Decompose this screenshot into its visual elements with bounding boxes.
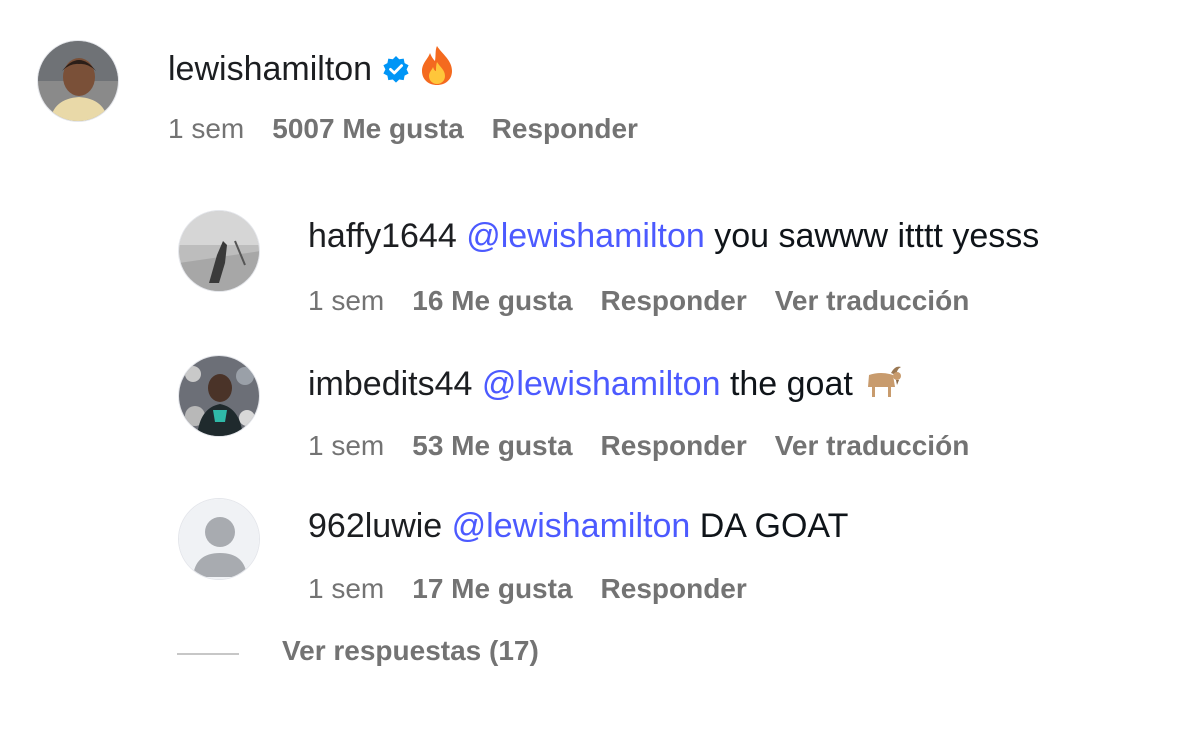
username-imbedits44[interactable]: imbedits44: [308, 365, 472, 403]
reply-text: the goat: [729, 365, 853, 403]
translate-button[interactable]: Ver traducción: [775, 430, 970, 461]
likes-count[interactable]: 5007 Me gusta: [272, 113, 463, 144]
reply-line: haffy1644 @lewishamilton you sawww itttt…: [308, 216, 1039, 256]
view-replies-button[interactable]: Ver respuestas (17): [282, 633, 539, 669]
reply-meta: 1 sem 16 Me gusta Responder Ver traducción: [308, 284, 997, 318]
main-comment-meta: 1 sem 5007 Me gusta Responder: [168, 112, 666, 146]
reply-meta: 1 sem 53 Me gusta Responder Ver traducción: [308, 429, 997, 463]
reply-item: 962luwie @lewishamilton DA GOAT 1 sem 17 …: [0, 488, 1200, 618]
mention-link[interactable]: @lewishamilton: [452, 507, 691, 545]
likes-count[interactable]: 16 Me gusta: [412, 285, 572, 316]
avatar-haffy1644[interactable]: [178, 210, 260, 292]
mention-link[interactable]: @lewishamilton: [482, 365, 721, 403]
replies-divider: [177, 653, 239, 655]
username-962luwie[interactable]: 962luwie: [308, 507, 442, 545]
reply-line: 962luwie @lewishamilton DA GOAT: [308, 506, 848, 546]
username-haffy1644[interactable]: haffy1644: [308, 217, 457, 255]
comment-time: 1 sem: [308, 285, 385, 316]
main-comment: lewishamilton 1 sem 5007 Me gusta Responde…: [0, 0, 1200, 160]
avatar-lewishamilton[interactable]: [37, 40, 119, 122]
translate-button[interactable]: Ver traducción: [775, 285, 970, 316]
main-comment-line: lewishamilton: [168, 44, 456, 95]
reply-button[interactable]: Responder: [601, 285, 747, 316]
likes-count[interactable]: 17 Me gusta: [412, 573, 572, 604]
reply-item: haffy1644 @lewishamilton you sawww itttt…: [0, 200, 1200, 330]
reply-meta: 1 sem 17 Me gusta Responder: [308, 572, 775, 606]
avatar-imbedits44[interactable]: [178, 355, 260, 437]
reply-button[interactable]: Responder: [601, 430, 747, 461]
reply-line: imbedits44 @lewishamilton the goat: [308, 361, 903, 410]
goat-emoji-icon: [861, 361, 903, 410]
reply-button[interactable]: Responder: [492, 113, 638, 144]
comment-time: 1 sem: [308, 430, 385, 461]
avatar-962luwie[interactable]: [178, 498, 260, 580]
reply-button[interactable]: Responder: [601, 573, 747, 604]
username-lewishamilton[interactable]: lewishamilton: [168, 50, 372, 88]
reply-text: you sawww itttt yesss: [714, 217, 1040, 255]
comment-time: 1 sem: [168, 113, 245, 144]
reply-text: DA GOAT: [699, 507, 849, 545]
verified-badge-icon: [382, 52, 410, 92]
comment-time: 1 sem: [308, 573, 385, 604]
likes-count[interactable]: 53 Me gusta: [412, 430, 572, 461]
fire-emoji-icon: [418, 44, 456, 95]
mention-link[interactable]: @lewishamilton: [466, 217, 705, 255]
reply-item: imbedits44 @lewishamilton the goat 1 sem…: [0, 345, 1200, 475]
